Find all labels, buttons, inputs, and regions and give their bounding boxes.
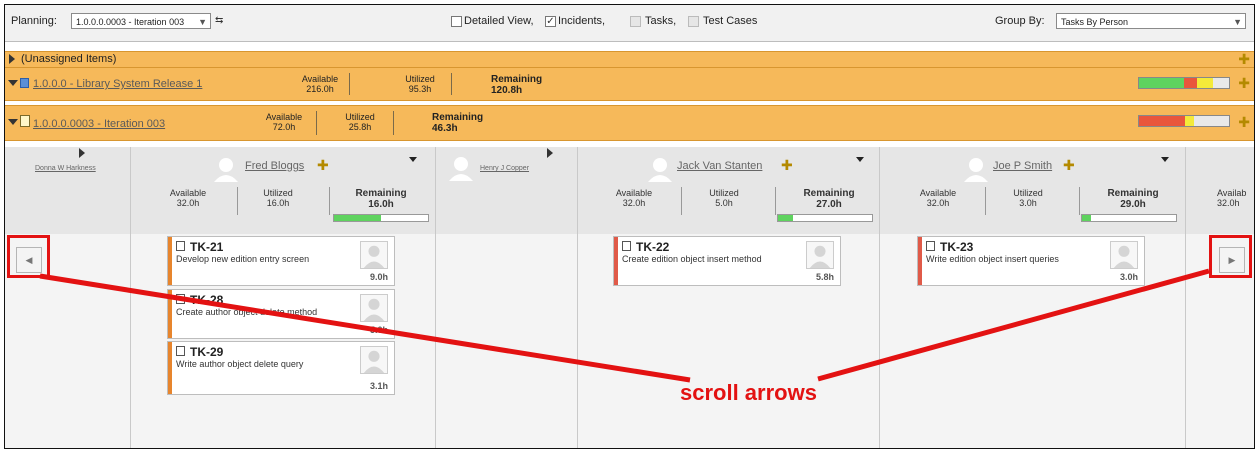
annotation-line-left: [39, 273, 691, 383]
annotation-label: scroll arrows: [680, 380, 817, 405]
annotation-arrows: [39, 268, 1210, 383]
annotation-line-right: [817, 268, 1210, 382]
